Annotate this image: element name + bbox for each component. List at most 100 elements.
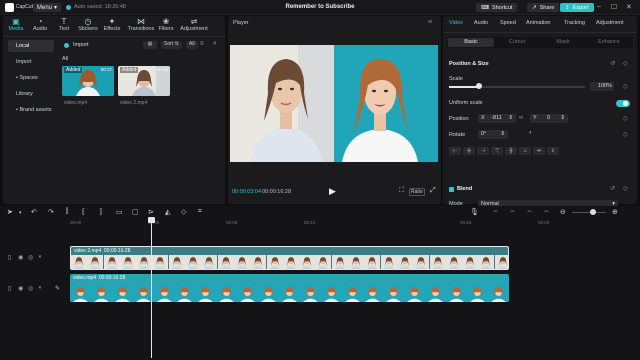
keyframe-icon[interactable]: ◇ — [623, 185, 628, 192]
minimize-icon[interactable]: – — [597, 3, 601, 10]
zoom-in-icon[interactable]: ⊕ — [612, 208, 618, 216]
rotate-dial-icon[interactable]: ◐ — [529, 130, 533, 136]
sub-nav-import[interactable]: Import — [8, 56, 54, 68]
redo-icon[interactable]: ↷ — [48, 208, 54, 216]
align-right-icon[interactable]: ⊣ — [477, 147, 489, 155]
split-right-icon[interactable]: ⟧ — [99, 208, 102, 216]
video-clip[interactable]: video.mp4 00:00:16:28 — [70, 274, 509, 302]
filter-icon[interactable]: ≡ — [200, 41, 204, 47]
subtab-mask[interactable]: Mask — [540, 38, 586, 47]
distribute-h-icon[interactable]: ⇹ — [533, 147, 545, 155]
sub-nav-local[interactable]: Local — [8, 40, 54, 52]
align-bottom-icon[interactable]: ⊥ — [519, 147, 531, 155]
subtab-cutout[interactable]: Cutout — [494, 38, 540, 47]
track-visibility-icon[interactable]: ◉ — [18, 254, 23, 261]
tab-speed[interactable]: Speed — [500, 20, 516, 26]
sub-nav-brand-assets[interactable]: • Brand assets — [8, 104, 54, 116]
view-mode-button[interactable]: ▦ — [143, 41, 157, 49]
distribute-v-icon[interactable]: ⇳ — [547, 147, 559, 155]
blend-checkbox[interactable] — [449, 187, 454, 192]
zoom-slider[interactable] — [572, 212, 606, 213]
tab-media[interactable]: ▣ Media — [5, 17, 27, 33]
cover-edit-icon[interactable]: ✎ — [55, 285, 60, 292]
shortcut-button[interactable]: ⌨ Shortcut — [476, 3, 518, 12]
tab-adjustment[interactable]: ⇌ Adjustment — [179, 17, 209, 33]
link-icon[interactable]: ∞ — [519, 115, 523, 121]
import-button[interactable]: Import — [64, 42, 89, 48]
tab-animation[interactable]: Animation — [526, 20, 550, 26]
tab-audio-props[interactable]: Audio — [474, 20, 488, 26]
mirror-icon[interactable]: ◇ — [181, 208, 186, 216]
crop-icon[interactable]: ⌗ — [198, 208, 202, 216]
ratio-button[interactable]: Ratio — [409, 188, 425, 196]
scale-slider-handle[interactable] — [475, 83, 482, 89]
chevron-down-icon[interactable]: ▾ — [19, 210, 22, 216]
subtab-enhance[interactable]: Enhance — [586, 38, 632, 47]
maximize-icon[interactable]: ☐ — [611, 3, 617, 11]
undo-icon[interactable]: ↶ — [31, 208, 37, 216]
rotate-input[interactable]: 0° ⇕ — [478, 130, 508, 139]
fit-screen-icon[interactable]: ⛶ — [399, 187, 404, 195]
tab-video[interactable]: Video — [449, 20, 463, 26]
track-audio-icon[interactable]: ◖ — [38, 254, 42, 260]
sort-button[interactable]: Sort ⇅ — [161, 41, 182, 49]
tab-stickers[interactable]: ◷ Stickers — [77, 17, 99, 33]
track-audio-icon[interactable]: ◖ — [38, 285, 42, 291]
playhead[interactable] — [151, 218, 152, 358]
reset-icon[interactable]: ↺ — [610, 185, 615, 192]
align-center-h-icon[interactable]: ╪ — [463, 147, 475, 155]
subtab-basic[interactable]: Basic — [448, 38, 494, 47]
media-item[interactable]: Added 00:17 — [62, 66, 114, 96]
microphone-icon[interactable]: 🎙 — [470, 208, 479, 216]
main-track-magnet-icon[interactable]: ⇔ — [492, 208, 499, 215]
tab-tracking[interactable]: Tracking — [564, 20, 585, 26]
fullscreen-icon[interactable]: ⤢ — [430, 187, 436, 195]
position-y-input[interactable]: Y 0 ⇕ — [530, 114, 568, 123]
position-x-input[interactable]: X -811 ⇕ — [478, 114, 516, 123]
track-lock-icon[interactable]: ▯ — [8, 285, 11, 292]
linkage-icon[interactable]: ⇔ — [526, 208, 533, 215]
tab-filters[interactable]: ❀ Filters — [155, 17, 177, 33]
tab-text[interactable]: T Text — [53, 17, 75, 33]
align-top-icon[interactable]: ⊤ — [491, 147, 503, 155]
keyframe-icon[interactable]: ◇ — [623, 131, 628, 138]
scale-input[interactable]: 100% — [590, 82, 614, 91]
search-icon[interactable]: ⌕ — [213, 40, 217, 48]
close-icon[interactable]: ✕ — [626, 3, 632, 11]
time-ruler[interactable]: 00:00 00:00 00:05 00:10 00:15 00:20 — [70, 220, 640, 228]
video-clip[interactable]: video 2.mp4 00:00:16:28 — [70, 246, 509, 270]
media-item[interactable]: Added 00:16 — [118, 66, 170, 96]
keyframe-icon[interactable]: ◇ — [623, 115, 628, 122]
play-icon[interactable]: ▶ — [329, 186, 336, 197]
scale-slider[interactable] — [449, 86, 585, 88]
select-tool-icon[interactable]: ➤ — [7, 208, 13, 216]
tab-audio[interactable]: ◔ Audio — [29, 17, 51, 33]
track-lock-icon[interactable]: ▯ — [8, 254, 11, 261]
zoom-slider-handle[interactable] — [590, 209, 596, 215]
sub-nav-spaces[interactable]: • Spaces — [8, 72, 54, 84]
zoom-out-icon[interactable]: ⊖ — [560, 208, 566, 216]
keyframe-icon[interactable]: ◇ — [623, 60, 628, 67]
split-icon[interactable]: ⫿ — [66, 208, 68, 216]
align-left-icon[interactable]: ⊢ — [449, 147, 461, 155]
reset-icon[interactable]: ↺ — [610, 60, 615, 67]
align-center-v-icon[interactable]: ╫ — [505, 147, 517, 155]
keyframe-icon[interactable]: ◇ — [623, 83, 628, 90]
track-eye-icon[interactable]: ◎ — [28, 254, 33, 261]
menu-icon[interactable]: ≡ — [428, 19, 432, 26]
preview-axis-icon[interactable]: ⇔ — [543, 208, 550, 215]
play-circle-icon[interactable]: ⊳ — [148, 208, 154, 216]
delete-icon[interactable]: ▭ — [116, 208, 123, 216]
freeze-icon[interactable]: ▢ — [132, 208, 139, 216]
tab-adjustment-props[interactable]: Adjustment — [596, 20, 624, 26]
filter-all-button[interactable]: All — [186, 41, 198, 49]
sub-nav-library[interactable]: Library — [8, 88, 54, 100]
video-preview[interactable] — [230, 45, 438, 162]
split-left-icon[interactable]: ⟦ — [82, 208, 85, 216]
reverse-icon[interactable]: ◭ — [165, 208, 170, 216]
tab-effects[interactable]: ✦ Effects — [101, 17, 123, 33]
tab-transitions[interactable]: ⋈ Transitions — [127, 17, 155, 33]
share-button[interactable]: ↗ Share — [527, 3, 560, 12]
export-button[interactable]: ⇪ Export — [560, 3, 594, 12]
track-visibility-icon[interactable]: ◉ — [18, 285, 23, 292]
